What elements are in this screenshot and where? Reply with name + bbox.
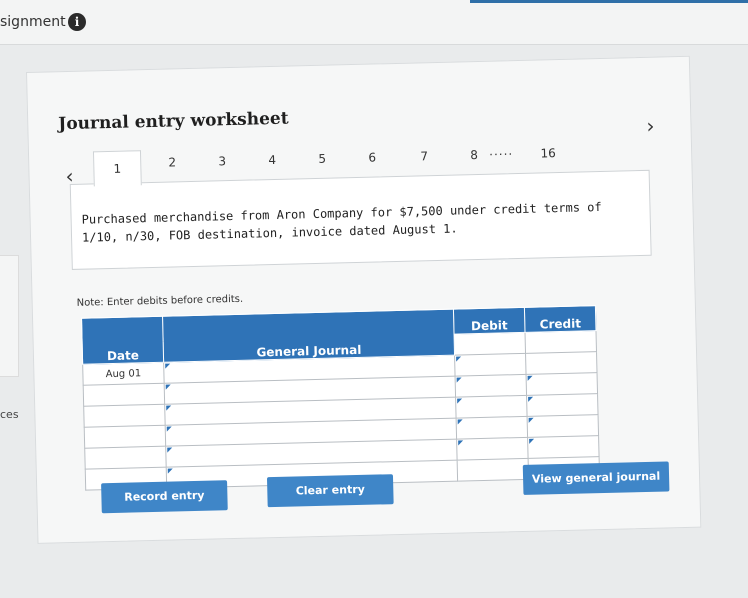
next-arrow-icon[interactable]: › — [646, 114, 655, 138]
debit-cell[interactable] — [455, 374, 527, 398]
dropdown-marker-icon — [456, 377, 462, 383]
tab-6[interactable]: 6 — [359, 150, 385, 165]
credit-header: Credit — [524, 305, 596, 333]
top-bar: signment i — [0, 0, 748, 45]
dropdown-marker-icon — [457, 398, 463, 404]
dropdown-marker-icon — [527, 375, 533, 381]
dropdown-marker-icon — [528, 417, 534, 423]
credit-cell[interactable] — [527, 414, 599, 438]
dropdown-marker-icon — [528, 396, 534, 402]
dropdown-marker-icon — [166, 426, 172, 432]
debit-header: Debit — [453, 307, 526, 335]
info-icon[interactable]: i — [68, 13, 86, 31]
dropdown-marker-icon — [166, 405, 172, 411]
dropdown-marker-icon — [165, 384, 171, 390]
journal-table: Date General Journal Debit Credit Aug 01 — [81, 305, 601, 491]
debit-cell[interactable] — [454, 353, 527, 377]
transaction-prompt-box: Purchased merchandise from Aron Company … — [69, 169, 652, 270]
general-journal-header: General Journal — [162, 309, 455, 363]
view-general-journal-button[interactable]: View general journal — [522, 461, 670, 495]
credit-cell[interactable] — [526, 393, 599, 417]
entry-note: Note: Enter debits before credits. — [76, 293, 244, 309]
dropdown-marker-icon — [167, 447, 173, 453]
date-cell[interactable] — [83, 404, 166, 428]
tab-5[interactable]: 5 — [309, 151, 335, 166]
tab-16[interactable]: 16 — [535, 146, 561, 161]
transaction-prompt: Purchased merchandise from Aron Company … — [81, 199, 602, 245]
date-cell[interactable] — [84, 425, 166, 449]
clear-entry-button[interactable]: Clear entry — [266, 474, 394, 508]
date-cell[interactable] — [84, 446, 167, 470]
top-accent-line — [470, 0, 748, 3]
credit-cell[interactable] — [526, 372, 598, 396]
dropdown-marker-icon — [457, 419, 463, 425]
debit-cell[interactable] — [455, 395, 528, 419]
side-panel — [0, 255, 19, 377]
side-label: ces — [0, 408, 19, 421]
tab-8[interactable]: 8 — [461, 148, 487, 163]
debit-cell[interactable] — [456, 437, 529, 461]
credit-cell[interactable] — [525, 351, 598, 375]
dropdown-marker-icon — [458, 440, 464, 446]
dropdown-marker-icon — [167, 468, 173, 474]
tab-3[interactable]: 3 — [209, 154, 235, 169]
tab-2[interactable]: 2 — [159, 155, 185, 170]
credit-cell[interactable] — [527, 435, 600, 459]
debit-cell[interactable] — [456, 416, 528, 440]
debit-cell[interactable] — [457, 458, 529, 482]
credit-header-spacer — [525, 330, 597, 354]
tab-4[interactable]: 4 — [259, 153, 285, 168]
record-entry-button[interactable]: Record entry — [101, 480, 228, 514]
date-cell: Aug 01 — [82, 362, 165, 386]
date-cell[interactable] — [83, 383, 165, 407]
date-header: Date — [81, 316, 164, 365]
dropdown-marker-icon — [529, 438, 535, 444]
tab-ellipsis: ····· — [488, 147, 514, 162]
worksheet-title: Journal entry worksheet — [58, 108, 289, 135]
debit-header-spacer — [454, 332, 526, 356]
tab-7[interactable]: 7 — [411, 149, 437, 164]
assignment-label: signment — [0, 14, 66, 30]
dropdown-marker-icon — [165, 363, 171, 369]
dropdown-marker-icon — [456, 356, 462, 362]
worksheet-card: Journal entry worksheet ‹ › 1 2 3 4 5 6 … — [26, 55, 702, 544]
tab-1[interactable]: 1 — [92, 150, 142, 187]
